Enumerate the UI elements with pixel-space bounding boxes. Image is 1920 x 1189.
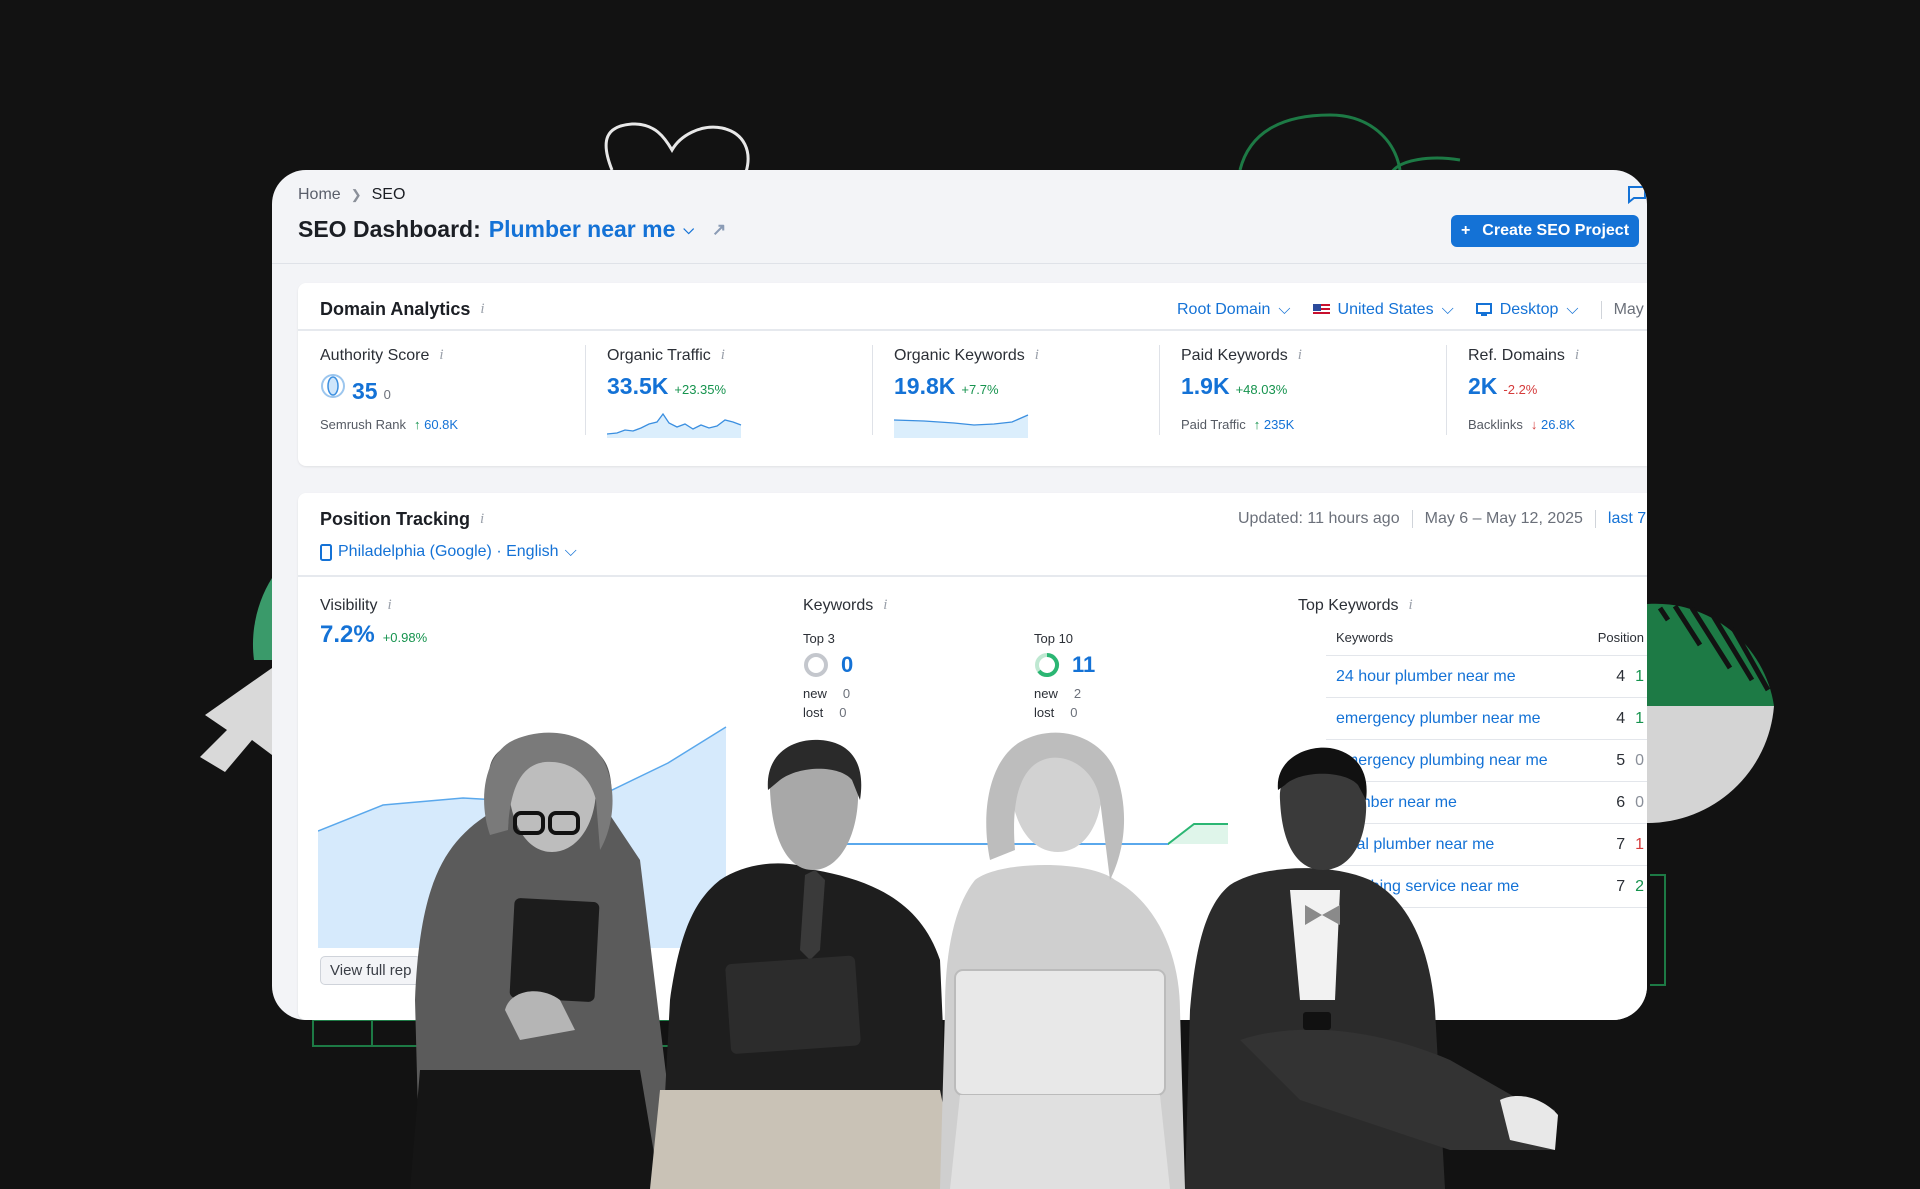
person-woman-tablet <box>410 732 680 1189</box>
people-photo-overlay <box>410 732 1558 1189</box>
person-man-phone <box>1185 747 1558 1189</box>
person-woman-laptop <box>940 732 1185 1189</box>
person-man-tablet <box>650 739 960 1189</box>
